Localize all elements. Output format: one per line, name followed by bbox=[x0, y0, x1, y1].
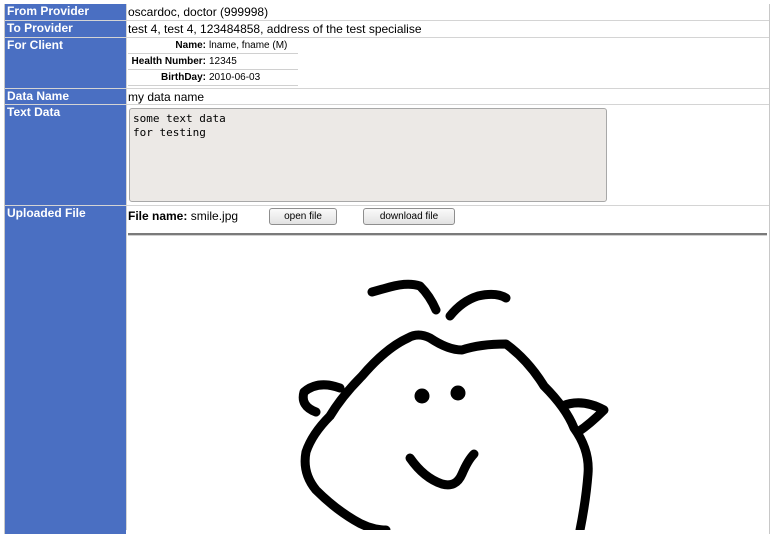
client-birthday-value: 2010-06-03 bbox=[209, 72, 261, 83]
download-file-button[interactable]: download file bbox=[363, 208, 455, 225]
client-name-label: Name: bbox=[175, 40, 206, 51]
file-name-value: smile.jpg bbox=[190, 209, 239, 223]
to-provider-label: To Provider bbox=[7, 21, 73, 35]
row-from-provider: From Provider oscardoc, doctor (999998) bbox=[5, 4, 769, 21]
right-eye bbox=[450, 385, 466, 401]
client-birthday-row: BirthDay: 2010-06-03 bbox=[128, 70, 298, 86]
text-data-textarea[interactable]: some text data for testing bbox=[129, 108, 607, 202]
uploaded-image-preview bbox=[298, 279, 609, 530]
client-name-row: Name: lname, fname (M) bbox=[128, 38, 298, 54]
client-name-value: lname, fname (M) bbox=[209, 40, 288, 51]
smile-mouth bbox=[405, 449, 479, 490]
uploaded-file-label: Uploaded File bbox=[7, 206, 86, 220]
client-health-number-value: 12345 bbox=[209, 56, 237, 67]
from-provider-label: From Provider bbox=[7, 4, 90, 18]
client-health-number-row: Health Number: 12345 bbox=[128, 54, 298, 70]
head-outline bbox=[300, 330, 593, 530]
to-provider-value: test 4, test 4, 123484858, address of th… bbox=[128, 22, 422, 36]
file-name-line: File name: smile.jpg bbox=[128, 209, 238, 223]
for-client-label: For Client bbox=[7, 38, 63, 52]
client-birthday-label: BirthDay: bbox=[160, 72, 206, 83]
client-info-table: Name: lname, fname (M) Health Number: 12… bbox=[128, 38, 298, 86]
data-name-label: Data Name bbox=[7, 89, 70, 103]
data-name-value: my data name bbox=[128, 90, 205, 104]
open-file-button[interactable]: open file bbox=[269, 208, 337, 225]
from-provider-value: oscardoc, doctor (999998) bbox=[128, 5, 269, 19]
file-separator bbox=[128, 233, 767, 236]
row-data-name: Data Name my data name bbox=[5, 89, 769, 105]
row-to-provider: To Provider test 4, test 4, 123484858, a… bbox=[5, 21, 769, 38]
hair-left-stroke bbox=[367, 279, 441, 315]
text-data-label: Text Data bbox=[7, 105, 61, 119]
left-eye bbox=[414, 388, 430, 404]
hair-right-stroke bbox=[445, 289, 511, 321]
row-for-client: For Client bbox=[5, 38, 769, 89]
file-name-label: File name: bbox=[128, 209, 188, 223]
client-health-number-label: Health Number: bbox=[131, 56, 206, 67]
